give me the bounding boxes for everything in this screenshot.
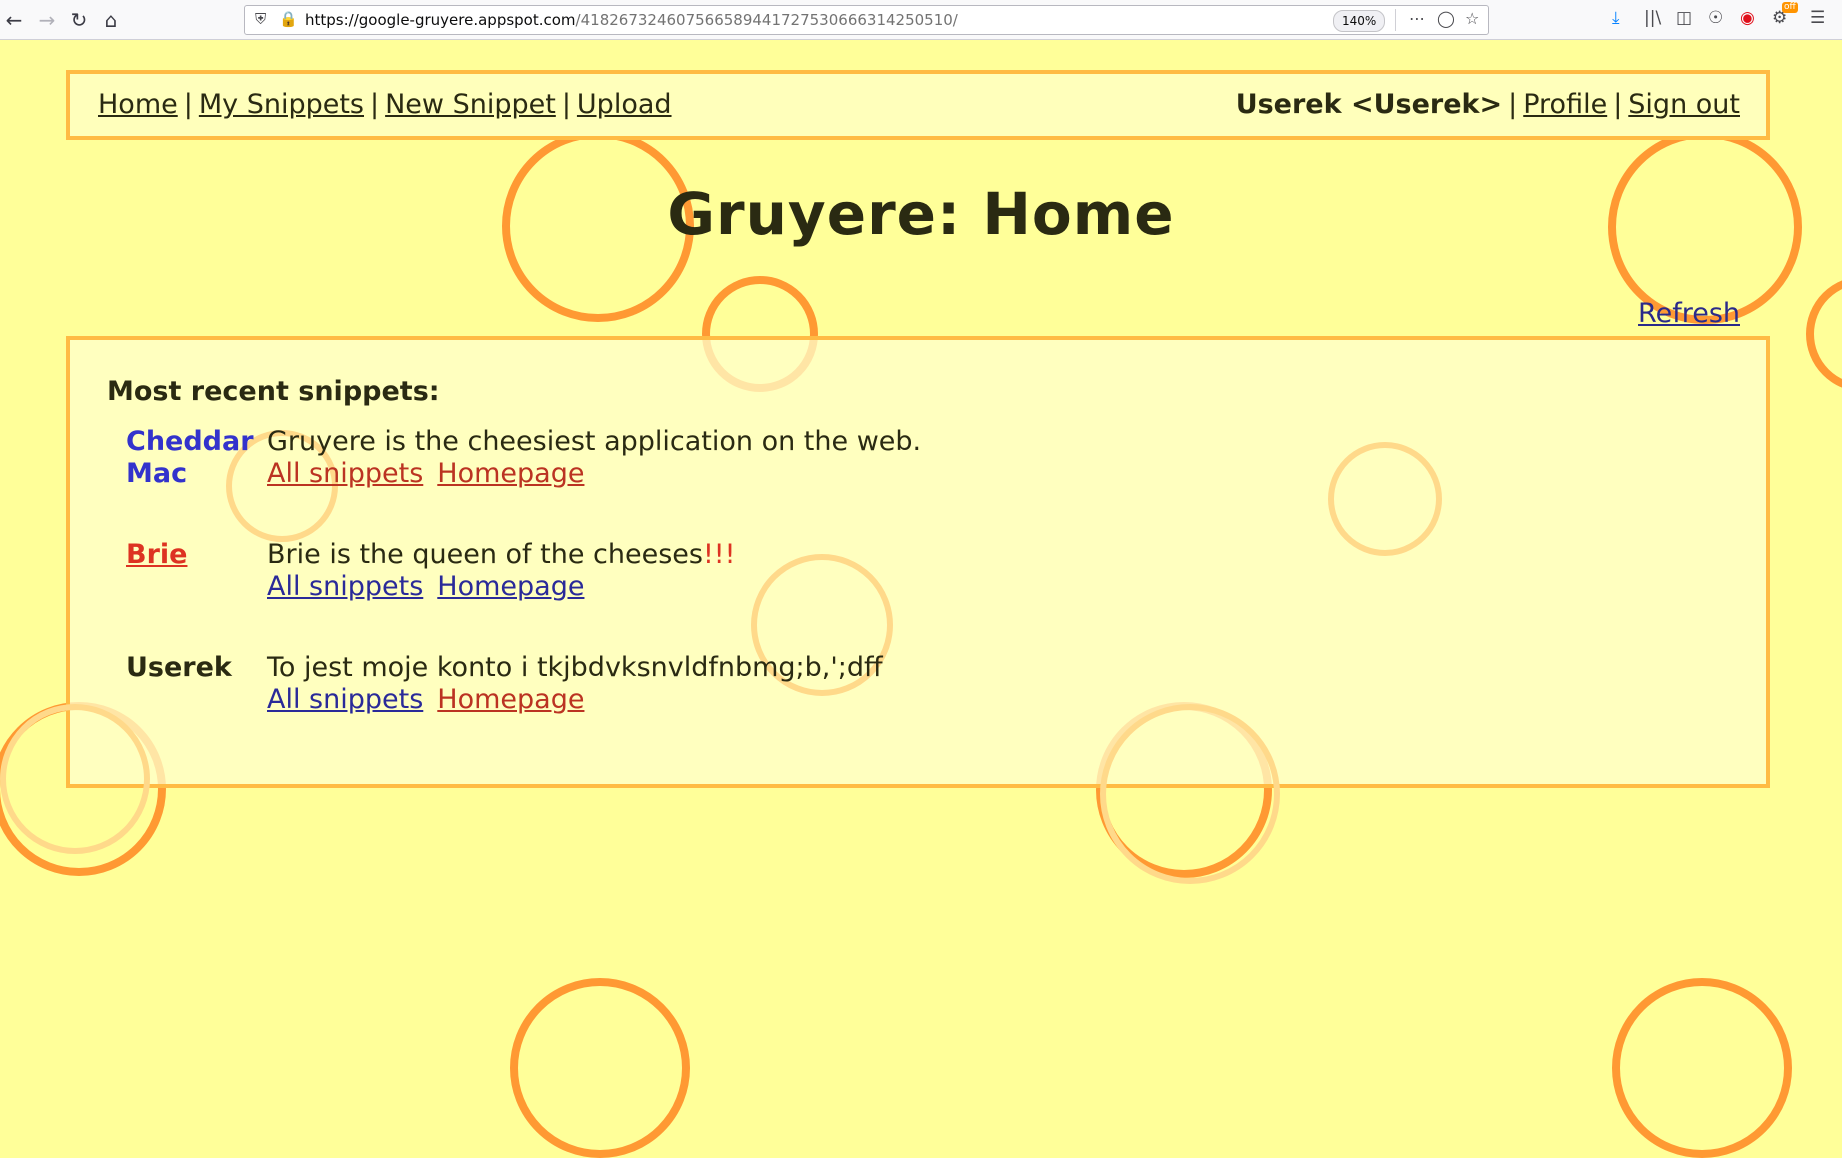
sidebar-icon[interactable]: ◫ (1676, 8, 1692, 28)
all-snippets-link[interactable]: All snippets (267, 571, 423, 602)
snippet-author: Userek (126, 652, 232, 683)
new-snippet-link[interactable]: New Snippet (385, 89, 556, 120)
menu-separator: | (1613, 89, 1623, 120)
section-heading: Most recent snippets: (107, 376, 440, 407)
home-link[interactable]: Home (98, 89, 178, 120)
sign-out-link[interactable]: Sign out (1628, 89, 1740, 120)
upload-link[interactable]: Upload (577, 89, 672, 120)
snippet-author[interactable]: Cheddar Mac (126, 426, 256, 490)
menu-separator: | (561, 89, 571, 120)
download-icon[interactable]: ⤓ (1612, 8, 1620, 28)
page-title: Gruyere: Home (667, 180, 1175, 248)
reload-icon[interactable]: ↻ (65, 6, 93, 34)
shield-icon[interactable]: ⛨ (255, 10, 266, 28)
pocket-icon[interactable]: ◯ (1437, 9, 1455, 28)
snippet-body-text: Gruyere is the cheesiest application on … (267, 426, 922, 457)
forward-icon[interactable]: → (33, 6, 61, 34)
lock-icon[interactable]: 🔒 (279, 10, 298, 28)
snippet-emphasis-text: !!! (702, 539, 736, 570)
library-icon[interactable]: ||\ (1644, 8, 1661, 28)
zoom-indicator[interactable]: 140% (1333, 10, 1386, 32)
home-icon[interactable]: ⌂ (97, 6, 125, 34)
addon-badge: off (1782, 2, 1798, 13)
all-snippets-link[interactable]: All snippets (267, 458, 423, 489)
menu-left: Home | My Snippets | New Snippet | Upload (98, 89, 672, 120)
bookmark-star-icon[interactable]: ☆ (1465, 9, 1479, 28)
addon-icon[interactable]: ⚙ off (1772, 2, 1798, 28)
snippets-panel: Most recent snippets: Cheddar Mac Gruyer… (0, 336, 1770, 884)
cheese-hole-decoration (510, 978, 690, 1158)
url-text[interactable]: https://google-gruyere.appspot.com/41826… (305, 11, 958, 29)
snippet-text: To jest moje konto i tkjbdvksnvldfnbmg;b… (267, 652, 883, 684)
menu-bar: Home | My Snippets | New Snippet | Upload User… (66, 70, 1770, 140)
account-icon[interactable]: ☉ (1708, 8, 1723, 28)
current-user-label: Userek <Userek> (1235, 89, 1503, 120)
address-bar[interactable]: ⛨ 🔒 https://google-gruyere.appspot.com/4… (244, 5, 1489, 35)
snippet-author[interactable]: Brie (126, 539, 256, 571)
homepage-link[interactable]: Homepage (437, 684, 584, 715)
snippet-links: All snippets Homepage (267, 458, 598, 490)
more-actions-icon[interactable]: ⋯ (1409, 9, 1425, 28)
menu-separator: | (1508, 89, 1518, 120)
urlbar-divider (1395, 9, 1396, 31)
snippet-links: All snippets Homepage (267, 684, 598, 716)
url-host: https://google-gruyere.appspot.com (305, 11, 576, 29)
snippet-text: Gruyere is the cheesiest application on … (267, 426, 921, 458)
menu-separator: | (370, 89, 380, 120)
cheese-hole-decoration (0, 704, 150, 854)
snippet-body-text: To jest moje konto i tkjbdvksnvldfnbmg;b… (267, 652, 883, 683)
url-path: /418267324607566589441727530666314250510… (575, 11, 958, 29)
homepage-link[interactable]: Homepage (437, 458, 584, 489)
homepage-link[interactable]: Homepage (437, 571, 584, 602)
my-snippets-link[interactable]: My Snippets (199, 89, 364, 120)
cheese-hole-decoration (1612, 978, 1792, 1158)
opera-addon-icon[interactable]: ◉ (1740, 8, 1755, 28)
all-snippets-link[interactable]: All snippets (267, 684, 423, 715)
menu-separator: | (183, 89, 193, 120)
snippet-body-text: Brie is the queen of the cheeses (267, 539, 703, 570)
menu-icon[interactable]: ☰ (1810, 8, 1825, 28)
cheese-hole-decoration (1806, 276, 1842, 392)
profile-link[interactable]: Profile (1523, 89, 1607, 120)
snippet-text: Brie is the queen of the cheeses!!! (267, 539, 735, 571)
back-icon[interactable]: ← (0, 6, 28, 34)
menu-right: Userek <Userek> | Profile | Sign out (1236, 89, 1740, 120)
cheese-hole-decoration (1328, 442, 1442, 556)
browser-toolbar: ← → ↻ ⌂ ⛨ 🔒 https://google-gruyere.appsp… (0, 0, 1842, 40)
refresh-link[interactable]: Refresh (1638, 298, 1740, 329)
snippet-links: All snippets Homepage (267, 571, 598, 603)
cheese-hole-decoration (1100, 704, 1280, 884)
